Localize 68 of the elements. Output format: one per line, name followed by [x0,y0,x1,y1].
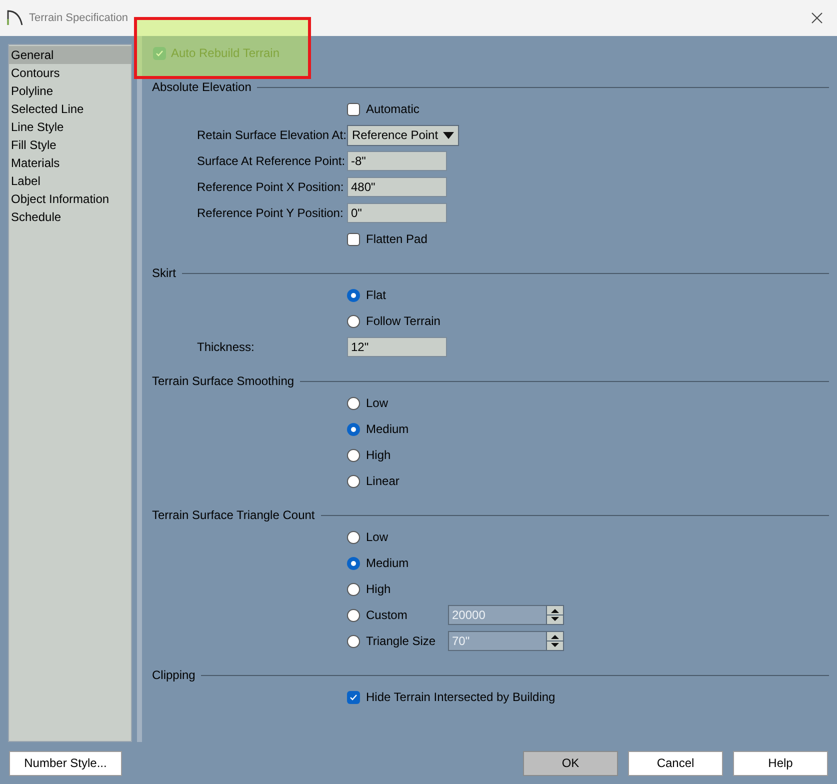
radio-label: Triangle Size [366,633,437,650]
radio-label: High [366,581,392,598]
checkbox[interactable] [153,46,166,60]
field-label: Thickness: [197,340,254,354]
radio-button[interactable] [347,448,360,462]
sidebar-item[interactable]: Schedule [9,208,131,226]
sidebar-item[interactable]: Object Information [9,190,131,208]
window-title: Terrain Specification [29,10,128,26]
dropdown[interactable]: Reference Point [347,124,459,146]
spin-value: 20000 [451,607,486,624]
field-label: Reference Point X Position: [197,180,344,194]
caret-icon [443,132,454,138]
field-label: Reference Point Y Position: [197,206,344,220]
radio-button[interactable] [347,530,360,544]
sidebar-item[interactable]: Contours [9,64,131,82]
checkbox-label: Auto Rebuild Terrain [171,45,280,62]
checkbox-label: Hide Terrain Intersected by Building [366,689,556,706]
sidebar-item[interactable]: Label [9,172,131,190]
checkbox[interactable] [347,102,360,116]
checkbox[interactable] [347,690,360,704]
sidebar-item[interactable]: Materials [9,154,131,172]
spin-value: 70" [451,633,471,650]
radio-label: Medium [366,421,410,438]
check-icon [349,692,358,702]
checkbox[interactable] [347,232,360,246]
section-heading: Clipping [152,667,196,684]
radio-label: Low [366,395,390,412]
checkbox-label: Flatten Pad [366,231,428,248]
radio-button[interactable] [347,422,360,436]
section-heading: Terrain Surface Triangle Count [152,507,315,524]
radio-label: Low [366,529,390,546]
close-icon[interactable] [811,12,823,24]
app-logo-icon [7,10,23,26]
sidebar-item[interactable]: Selected Line [9,100,131,118]
radio-label: High [366,447,392,464]
radio-button[interactable] [347,634,360,648]
sidebar-item[interactable]: Line Style [9,118,131,136]
radio-button[interactable] [347,474,360,488]
radio-button[interactable] [347,288,360,302]
dialog-button[interactable]: Cancel [628,750,723,776]
field-label: Retain Surface Elevation At: [197,128,346,142]
section-heading: Terrain Surface Smoothing [152,373,294,390]
sidebar-item[interactable]: General [9,46,131,64]
field-label: Surface At Reference Point: [197,154,346,168]
radio-button[interactable] [347,582,360,596]
radio-label: Custom [366,607,408,624]
dialog-button[interactable]: Number Style... [9,750,122,776]
radio-label: Flat [366,287,388,304]
radio-button[interactable] [347,396,360,410]
section-heading: Absolute Elevation [152,79,252,96]
dialog-button[interactable]: OK [523,750,618,776]
radio-label: Medium [366,555,410,572]
input-field[interactable]: 0" [347,203,447,223]
radio-button[interactable] [347,556,360,570]
splitter-handle[interactable] [137,36,142,742]
checkbox-label: Automatic [366,101,420,118]
radio-button[interactable] [347,608,360,622]
radio-label: Follow Terrain [366,313,442,330]
section-heading: Skirt [152,265,176,282]
radio-label: Linear [366,473,400,490]
sidebar-item[interactable]: Fill Style [9,136,131,154]
check-icon [155,48,164,58]
input-field[interactable]: 480" [347,177,447,197]
sidebar-item[interactable]: Polyline [9,82,131,100]
input-field[interactable]: -8" [347,151,447,171]
input-field[interactable]: 12" [347,337,447,357]
radio-button[interactable] [347,314,360,328]
dialog-button[interactable]: Help [733,750,828,776]
